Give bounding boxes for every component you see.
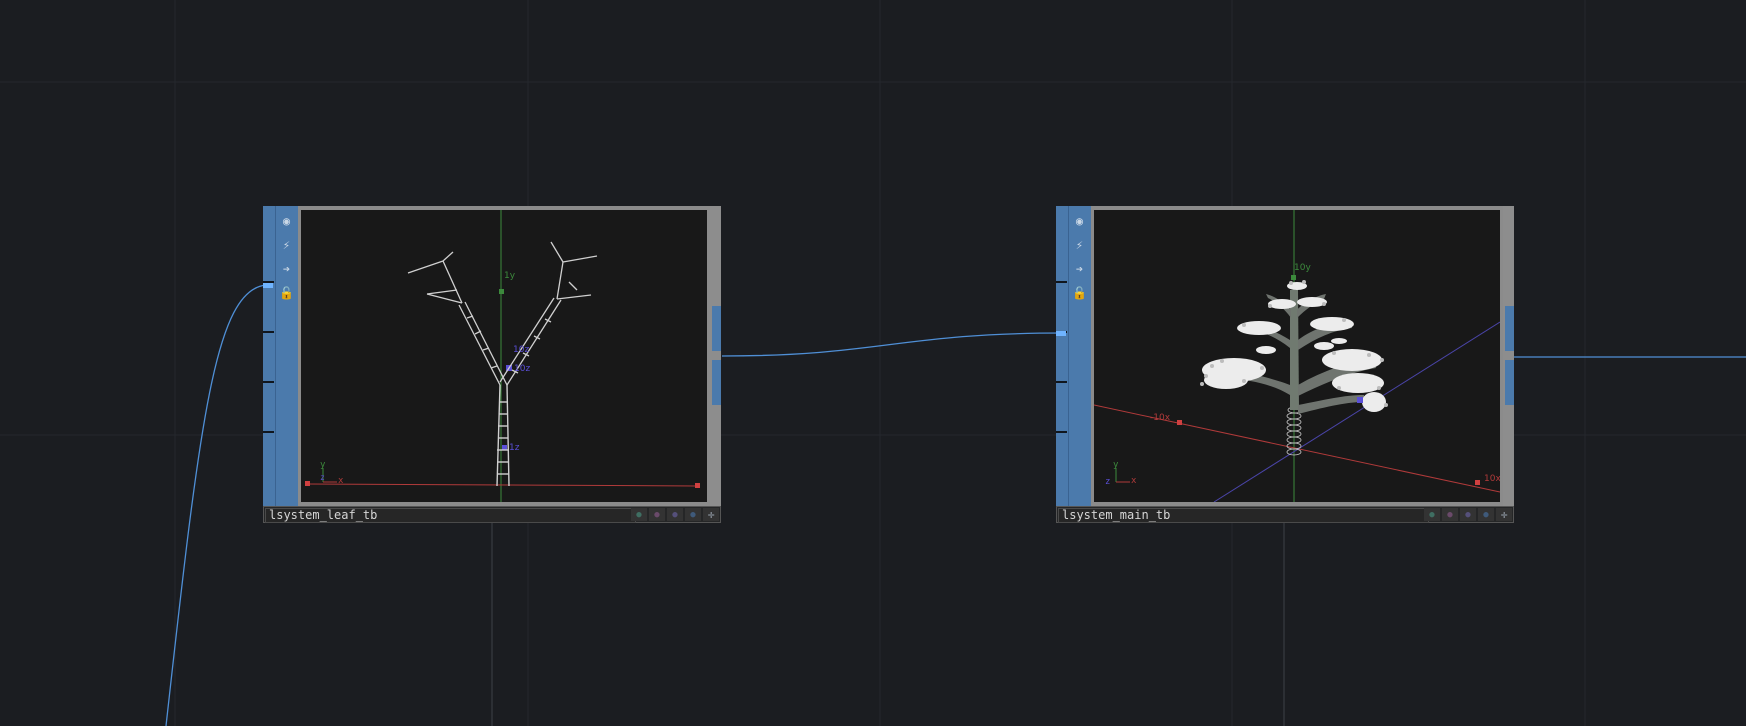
leaf-to-main-wire[interactable] [721,332,1065,357]
active-input-connector[interactable] [263,283,273,288]
leaf-viewport-svg: 1y 10z 10z 1z y z x [305,210,700,502]
input-divider [1056,281,1067,283]
gizmo-z-label: z [320,473,325,482]
trunk-mesh [496,384,510,487]
node-lsystem-leaf-tb[interactable]: ◉ ⚡ ➔ 🔓 1y 10z 10z 1z y z x lsystem_leaf… [263,206,721,523]
lock-icon[interactable]: 🔓 [275,282,298,304]
bypass-flag-icon[interactable]: ● [1424,508,1440,521]
node-toolbar: ◉ ⚡ ➔ 🔓 [1056,206,1091,506]
node-toolbar: ◉ ⚡ ➔ 🔓 [263,206,298,506]
node-name[interactable]: lsystem_main_tb [1058,508,1429,523]
node-footer: lsystem_leaf_tb ● ● ● ● ✛ [263,506,721,523]
output-connector[interactable] [1505,306,1514,351]
input-divider [263,331,274,333]
output-connector[interactable] [712,306,721,351]
render-flag-icon[interactable]: ● [667,508,683,521]
x-axis-handle[interactable] [305,481,310,486]
x-axis-label: 10x [1484,474,1500,484]
axis-gizmo: y z x [1105,460,1137,487]
input-wire[interactable] [165,284,267,726]
pass-through-icon[interactable]: ➔ [1068,258,1091,280]
viewer-toggle-icon[interactable]: ◉ [275,210,298,232]
expand-icon[interactable]: ✛ [703,508,719,521]
pass-through-icon[interactable]: ➔ [275,258,298,280]
geometry-viewer[interactable]: 10y -10x 10x y z x [1094,210,1500,502]
x-axis-handle[interactable] [695,483,700,488]
cook-flag-icon[interactable]: ⚡ [275,234,298,256]
x-axis-label: -10x [1150,413,1171,423]
y-axis-label: 10y [1294,263,1311,273]
output-connectors[interactable] [1503,206,1514,506]
x-axis-line [307,483,698,487]
input-divider [1056,381,1067,383]
lock-icon[interactable]: 🔓 [1068,282,1091,304]
input-divider [263,431,274,433]
left-branch-mesh [407,251,508,386]
x-axis-handle[interactable] [1475,480,1480,485]
bypass-flag-icon[interactable]: ● [631,508,647,521]
node-name[interactable]: lsystem_leaf_tb [265,508,636,523]
clone-flag-icon[interactable]: ● [685,508,701,521]
gizmo-z-label: z [1105,477,1110,487]
clone-flag-icon[interactable]: ● [1478,508,1494,521]
geometry-viewer[interactable]: 1y 10z 10z 1z y z x [301,210,707,502]
input-divider [1056,431,1067,433]
active-input-connector[interactable] [1056,331,1066,336]
gizmo-y-label: y [320,460,326,470]
display-flag-icon[interactable]: ● [1442,508,1458,521]
z-axis-handle[interactable] [1357,397,1363,403]
input-divider [263,381,274,383]
viewer-toggle-icon[interactable]: ◉ [1068,210,1091,232]
y-axis-handle[interactable] [1291,275,1296,280]
display-flag-icon[interactable]: ● [649,508,665,521]
x-axis-handle[interactable] [1177,420,1182,425]
node-lsystem-main-tb[interactable]: ◉ ⚡ ➔ 🔓 10y -10x 10x y z x lsystem_main_… [1056,206,1514,523]
render-flag-icon[interactable]: ● [1460,508,1476,521]
z-axis-handle[interactable] [502,445,507,450]
y-axis-label: 1y [504,271,516,281]
gizmo-x-label: x [1131,476,1137,486]
z-axis-label: 10z [514,364,530,374]
axis-gizmo: y z x [320,460,344,486]
output-connector[interactable] [1505,360,1514,405]
output-connector[interactable] [712,360,721,405]
y-axis-handle[interactable] [499,289,504,294]
node-footer: lsystem_main_tb ● ● ● ● ✛ [1056,506,1514,523]
gizmo-y-label: y [1113,460,1119,470]
z-axis-label: 10z [513,345,529,355]
output-connectors[interactable] [710,206,721,506]
cook-flag-icon[interactable]: ⚡ [1068,234,1091,256]
gizmo-x-label: x [338,476,344,486]
expand-icon[interactable]: ✛ [1496,508,1512,521]
main-viewport-svg: 10y -10x 10x y z x [1094,210,1500,502]
z-axis-label: 1z [509,443,520,453]
